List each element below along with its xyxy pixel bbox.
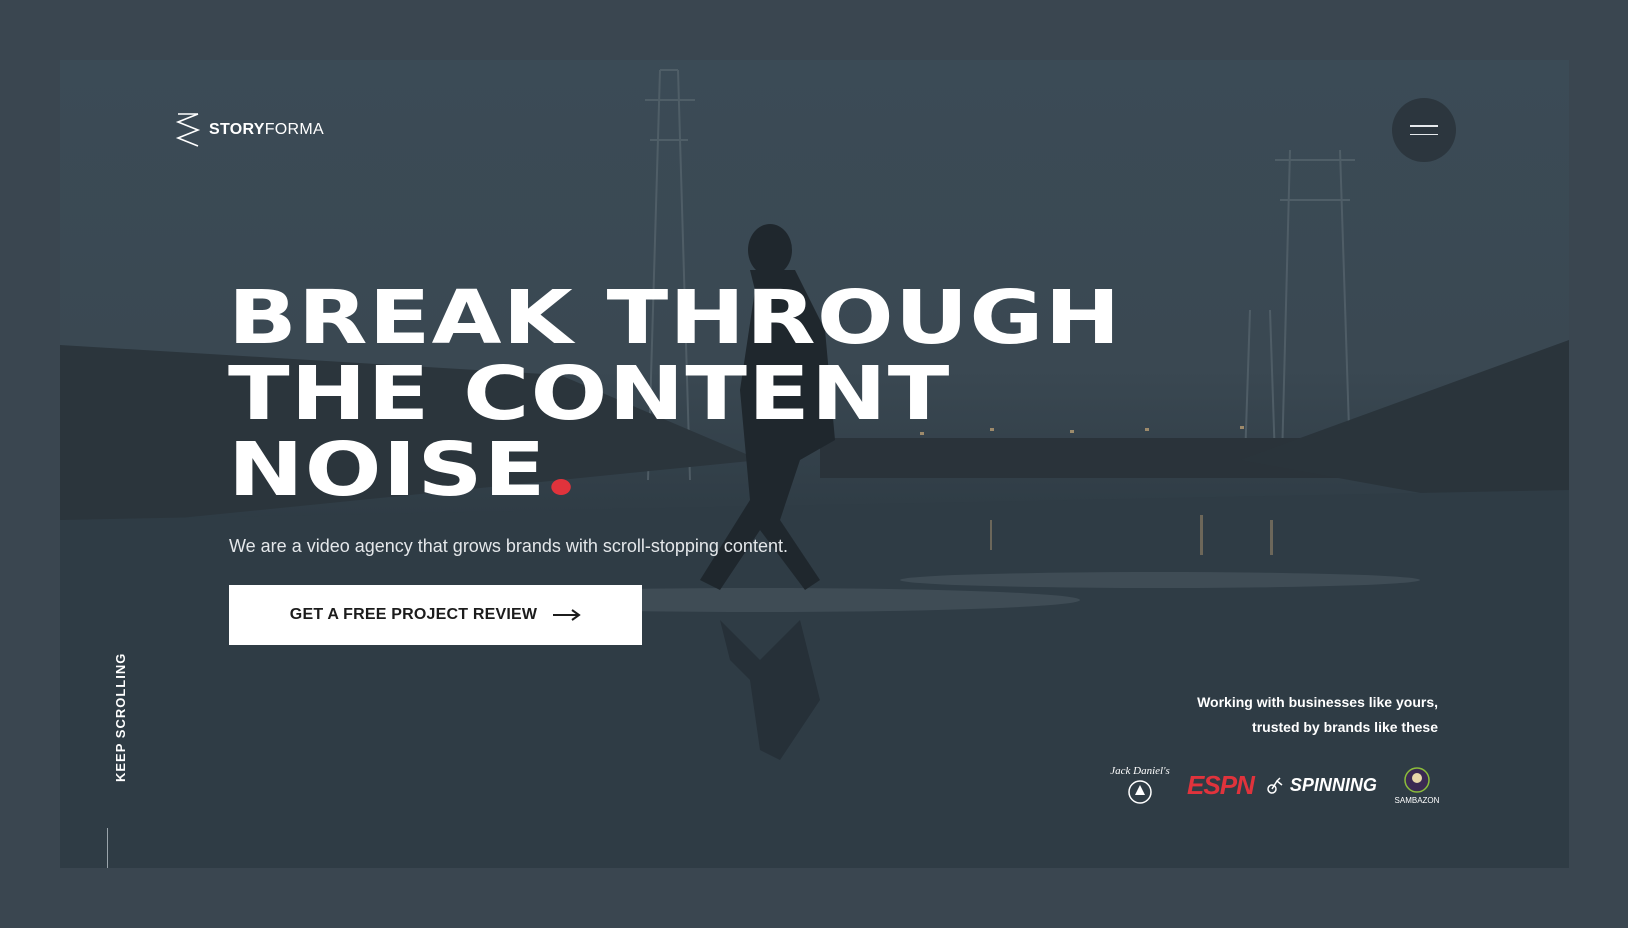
cta-label: GET A FREE PROJECT REVIEW xyxy=(289,606,538,623)
trusted-by-text: Working with businesses like yours, trus… xyxy=(1197,690,1438,740)
hero-title: BREAK THROUGH THE CONTENT NOISE xyxy=(228,280,1121,508)
scroll-indicator-line xyxy=(107,828,108,868)
brand-name-light: FORMA xyxy=(264,121,325,138)
brand-logo[interactable]: STORYFORMA xyxy=(175,110,324,150)
sambazon-label: SAMBAZON xyxy=(1394,795,1440,805)
espn-logo: ESPN xyxy=(1187,769,1255,800)
spinning-logo: SPINNING xyxy=(1266,775,1377,796)
brand-name: STORYFORMA xyxy=(209,121,324,139)
hamburger-menu-icon xyxy=(1410,125,1438,127)
sambazon-emblem-icon xyxy=(1404,766,1430,793)
arrow-right-icon xyxy=(553,609,581,621)
brand-name-bold: STORY xyxy=(209,121,265,138)
accent-dot xyxy=(551,479,572,495)
jack-daniels-emblem-icon xyxy=(1128,780,1152,804)
client-logos: Jack Daniel's ESPN SPINNING SAMBAZON xyxy=(1105,755,1445,815)
jack-daniels-logo: Jack Daniel's xyxy=(1105,765,1175,805)
hero-subtitle: We are a video agency that grows brands … xyxy=(229,536,788,556)
sambazon-logo: SAMBAZON xyxy=(1389,766,1445,805)
hero-title-line-2: THE CONTENT xyxy=(228,351,951,437)
storyforma-logo-icon xyxy=(175,113,201,147)
free-project-review-button[interactable]: GET A FREE PROJECT REVIEW xyxy=(229,585,642,645)
cyclist-icon xyxy=(1267,777,1283,794)
hamburger-menu-icon-line xyxy=(1410,133,1438,135)
spinning-label: SPINNING xyxy=(1289,774,1377,795)
keep-scrolling-label: KEEP SCROLLING xyxy=(113,652,128,782)
trusted-line-2: trusted by brands like these xyxy=(1252,719,1438,735)
trusted-line-1: Working with businesses like yours, xyxy=(1197,694,1438,710)
jack-daniels-label: Jack Daniel's xyxy=(1110,765,1170,777)
hero-section: STORYFORMA BREAK THROUGH THE CONTENT NOISE… xyxy=(60,60,1569,868)
hero-title-line-3: NOISE xyxy=(228,427,547,513)
hero-title-line-1: BREAK THROUGH xyxy=(228,275,1122,361)
menu-button[interactable] xyxy=(1392,98,1456,162)
